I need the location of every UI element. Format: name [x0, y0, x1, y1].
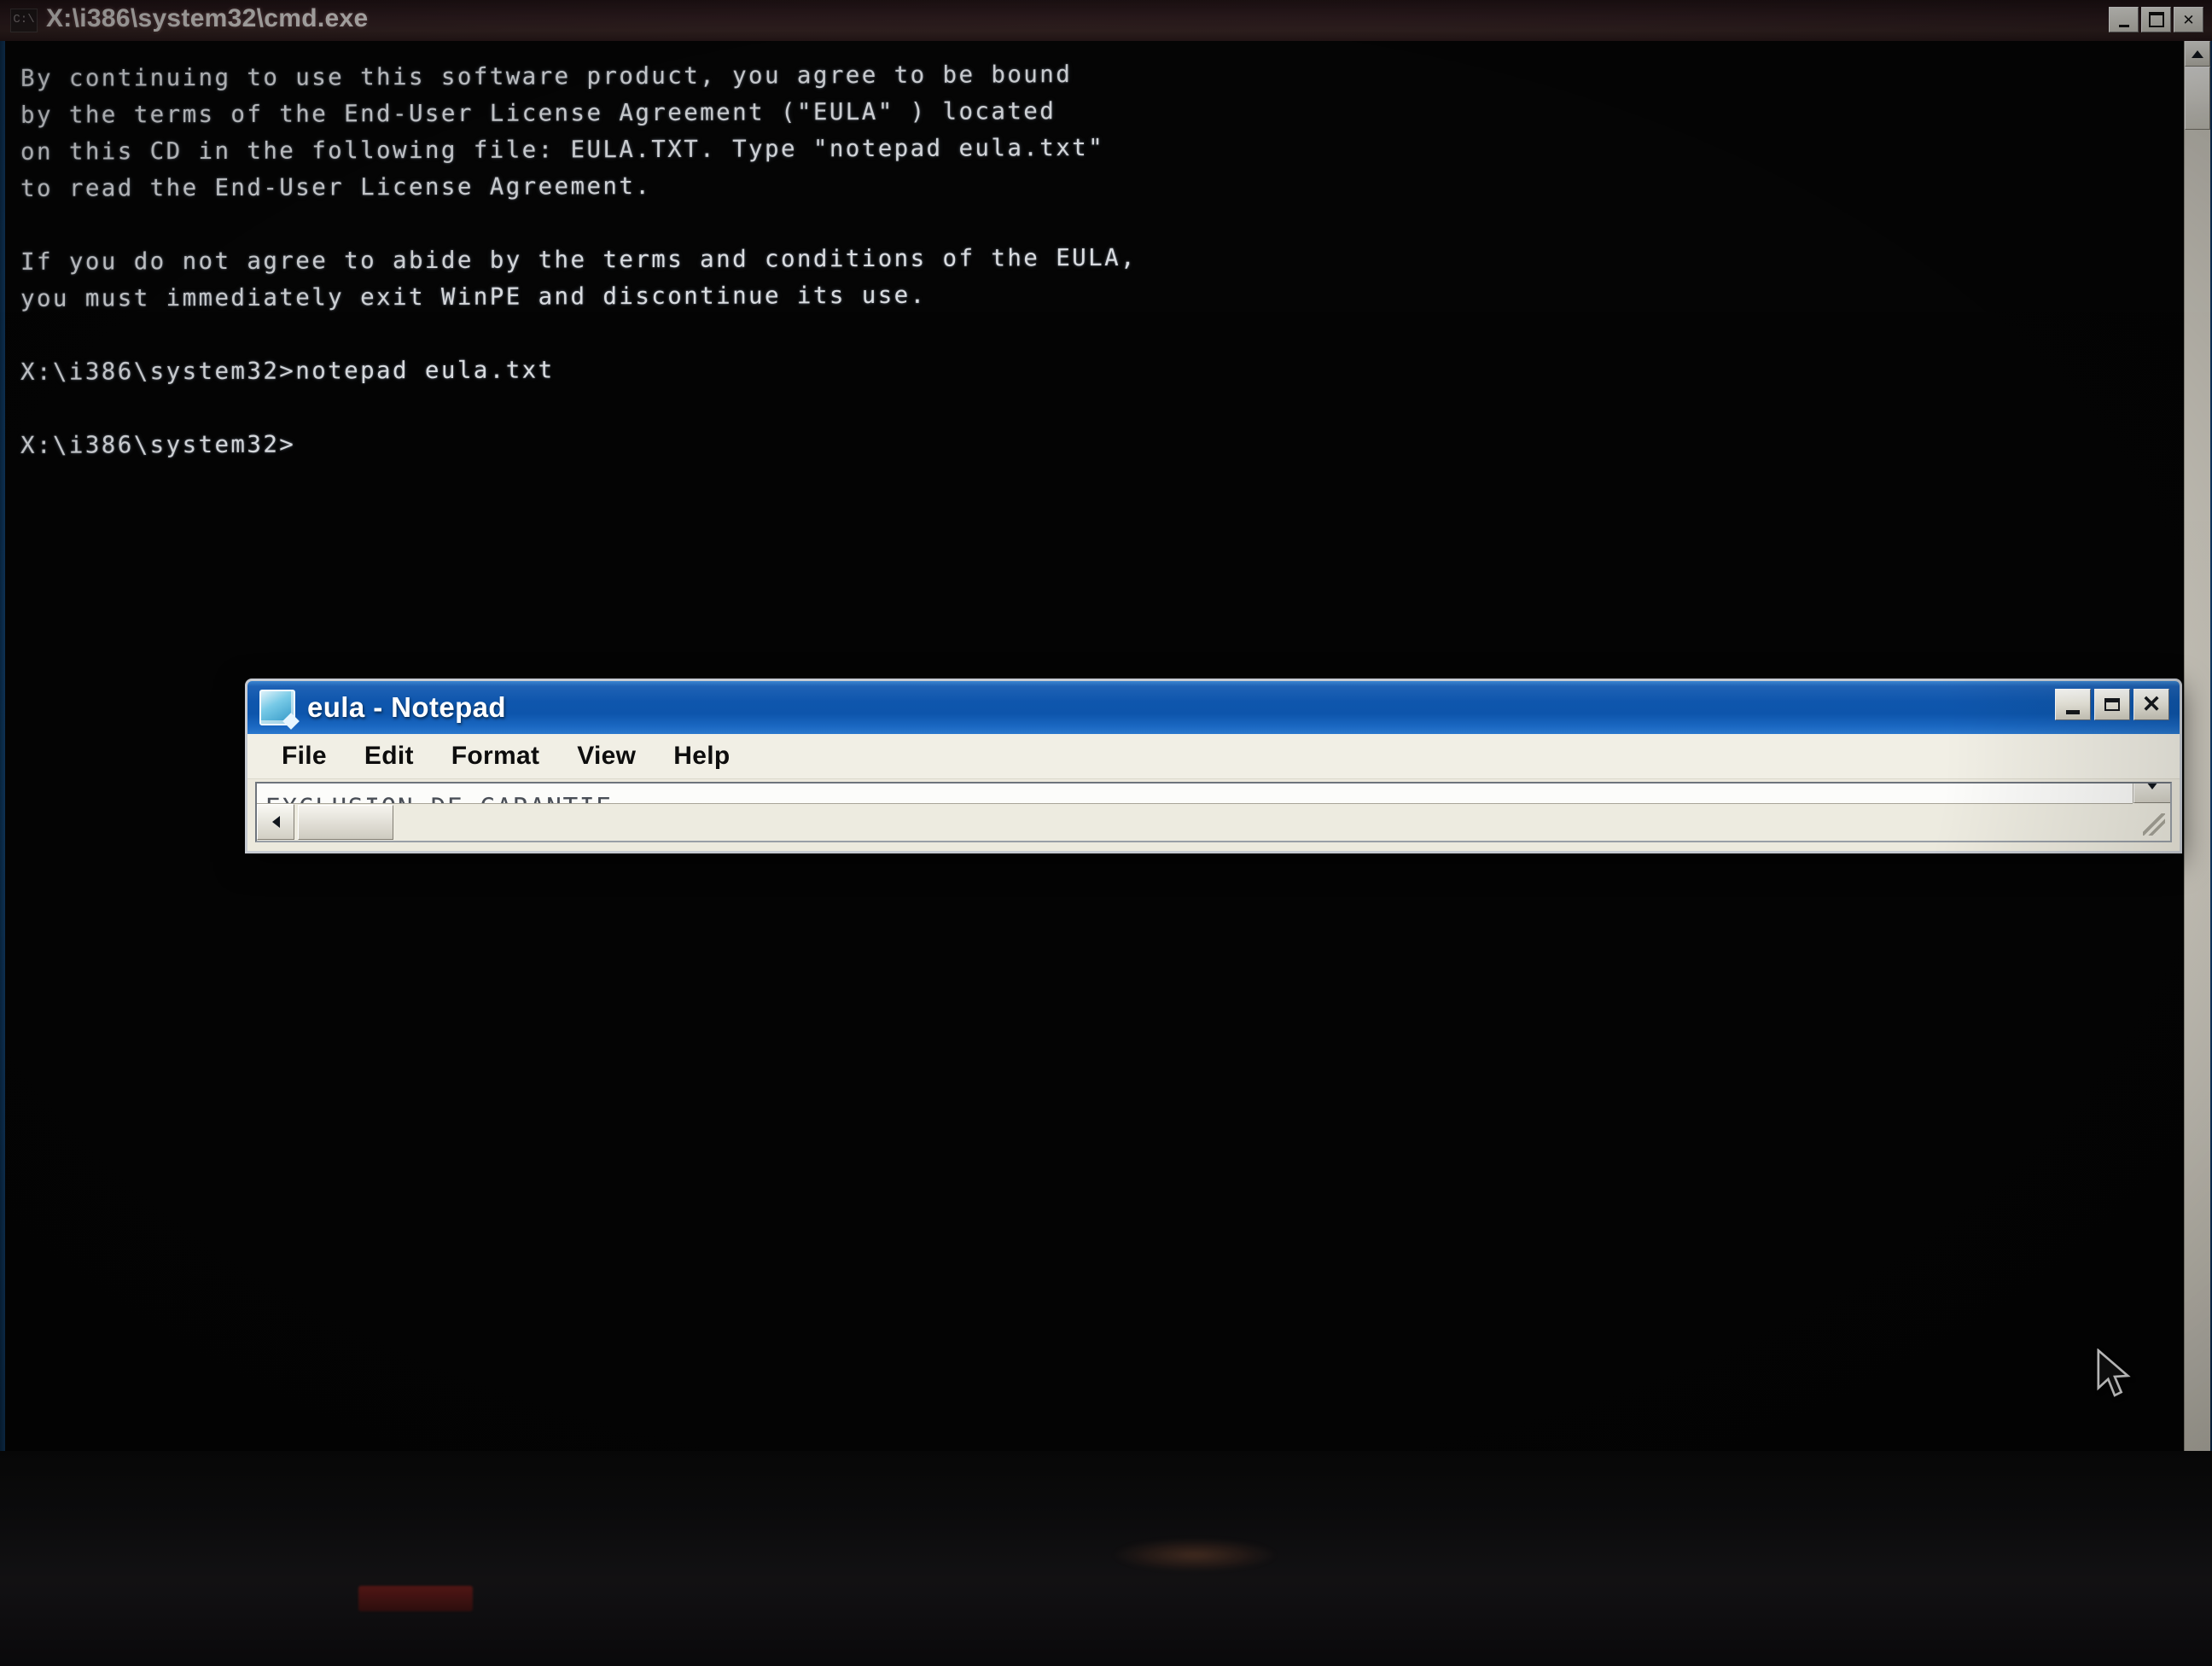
notepad-window[interactable]: eula - Notepad ✕ File Edit Format View H…	[245, 679, 2182, 853]
menu-edit[interactable]: Edit	[346, 738, 433, 774]
notepad-resize-grip[interactable]	[2133, 803, 2170, 841]
laptop-bezel	[0, 1451, 2212, 1666]
cmd-window[interactable]: C:\ X:\i386\system32\cmd.exe ✕ By contin…	[0, 0, 2212, 1661]
notepad-scroll-down-button[interactable]	[2133, 783, 2170, 803]
menu-format[interactable]: Format	[433, 738, 558, 774]
cmd-scroll-thumb[interactable]	[2185, 67, 2210, 130]
notepad-titlebar[interactable]: eula - Notepad ✕	[247, 681, 2180, 734]
cmd-title: X:\i386\system32\cmd.exe	[46, 4, 369, 32]
notepad-close-button[interactable]: ✕	[2133, 689, 2169, 720]
notepad-horizontal-scroll-thumb[interactable]	[298, 805, 393, 840]
cmd-close-button[interactable]: ✕	[2174, 7, 2203, 32]
notepad-maximize-button[interactable]	[2094, 689, 2130, 720]
menu-help[interactable]: Help	[655, 738, 748, 774]
notepad-icon	[259, 690, 295, 725]
notepad-minimize-button[interactable]	[2055, 689, 2091, 720]
console-icon: C:\	[10, 9, 38, 32]
desktop-screen: C:\ X:\i386\system32\cmd.exe ✕ By contin…	[0, 0, 2212, 1666]
notepad-text-editor[interactable]: EXCLUSION DE GARANTIE. DANS TOUTE LA MES…	[257, 783, 2133, 803]
notepad-document-text: EXCLUSION DE GARANTIE. DANS TOUTE LA MES…	[257, 783, 2133, 803]
notepad-vertical-scrollbar[interactable]	[2133, 783, 2170, 819]
cmd-titlebar[interactable]: C:\ X:\i386\system32\cmd.exe ✕	[0, 0, 2212, 41]
notepad-title: eula - Notepad	[307, 691, 506, 723]
cmd-console-text: By continuing to use this software produ…	[20, 61, 1137, 459]
cmd-scroll-up-button[interactable]	[2185, 41, 2210, 67]
notepad-window-controls[interactable]: ✕	[2055, 689, 2169, 720]
notepad-horizontal-scrollbar[interactable]	[257, 803, 2133, 841]
notepad-scroll-left-button[interactable]	[257, 804, 294, 840]
cmd-window-controls[interactable]: ✕	[2109, 7, 2203, 32]
bezel-logo	[1109, 1536, 1280, 1574]
notepad-client-area: EXCLUSION DE GARANTIE. DANS TOUTE LA MES…	[255, 782, 2172, 842]
cmd-maximize-button[interactable]	[2141, 7, 2171, 32]
menu-view[interactable]: View	[558, 738, 655, 774]
bezel-sticker	[358, 1586, 473, 1611]
notepad-menubar[interactable]: File Edit Format View Help	[247, 734, 2180, 779]
menu-file[interactable]: File	[263, 738, 346, 774]
cmd-vertical-scrollbar[interactable]	[2184, 41, 2210, 1661]
cmd-minimize-button[interactable]	[2109, 7, 2139, 32]
